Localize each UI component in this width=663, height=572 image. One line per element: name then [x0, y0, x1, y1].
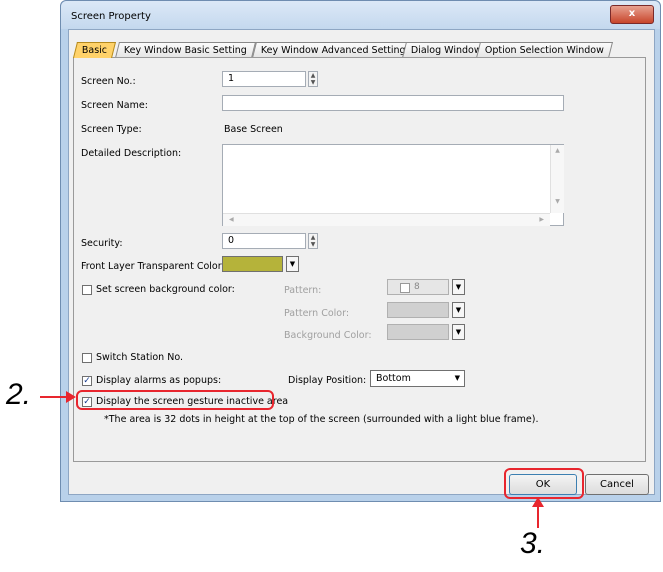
- gesture-note: *The area is 32 dots in height at the to…: [104, 414, 539, 425]
- cancel-button[interactable]: Cancel: [585, 474, 649, 495]
- set-bg-color-label: Set screen background color:: [96, 284, 235, 295]
- title-bar: Screen Property x: [61, 1, 660, 29]
- scroll-down-arrow-icon[interactable]: ▼: [551, 198, 564, 205]
- security-spinner[interactable]: ▲ ▼: [308, 233, 318, 249]
- window-title: Screen Property: [71, 11, 151, 22]
- ok-highlight-frame: [504, 468, 584, 499]
- vertical-scrollbar[interactable]: ▲ ▼: [550, 145, 564, 213]
- screen-no-spinner[interactable]: ▲ ▼: [308, 71, 318, 87]
- step3-label: 3.: [520, 527, 546, 560]
- display-position-label: Display Position:: [288, 375, 367, 386]
- scroll-up-arrow-icon[interactable]: ▲: [551, 147, 564, 154]
- tab-basic[interactable]: Basic: [73, 42, 117, 58]
- screen-type-label: Screen Type:: [81, 124, 142, 135]
- background-color-label: Background Color:: [284, 330, 372, 341]
- pattern-color-label: Pattern Color:: [284, 308, 350, 319]
- pattern-label: Pattern:: [284, 285, 322, 296]
- pattern-dropdown[interactable]: ▼: [452, 279, 465, 295]
- pattern-color-dropdown[interactable]: ▼: [452, 302, 465, 318]
- screen-name-label: Screen Name:: [81, 100, 148, 111]
- gesture-highlight-frame: [76, 390, 274, 410]
- screen-property-window: Screen Property x Basic Key Window Basic…: [60, 0, 661, 502]
- step2-label: 2.: [6, 378, 32, 411]
- horizontal-scrollbar[interactable]: ◀ ▶: [223, 213, 550, 226]
- pattern-select[interactable]: 8: [387, 279, 449, 295]
- display-alarms-checkbox[interactable]: ✓: [82, 376, 92, 386]
- switch-station-checkbox[interactable]: [82, 353, 92, 363]
- background-color-swatch[interactable]: [387, 324, 449, 340]
- close-button[interactable]: x: [610, 5, 654, 24]
- scroll-left-arrow-icon[interactable]: ◀: [229, 216, 234, 223]
- front-layer-color-dropdown[interactable]: ▼: [286, 256, 299, 272]
- security-label: Security:: [81, 238, 123, 249]
- front-layer-color-swatch[interactable]: [222, 256, 283, 272]
- screen-no-label: Screen No.:: [81, 76, 136, 87]
- pattern-swatch-icon: [400, 283, 410, 293]
- tab-option-selection-window[interactable]: Option Selection Window: [476, 42, 613, 58]
- tab-key-window-basic-setting[interactable]: Key Window Basic Setting: [115, 42, 256, 58]
- tab-key-window-advanced-setting[interactable]: Key Window Advanced Setting: [252, 42, 415, 58]
- basic-tab-panel: Screen No.: 1 ▲ ▼ Screen Name: Screen Typ…: [73, 57, 646, 462]
- set-bg-color-checkbox[interactable]: [82, 285, 92, 295]
- detailed-description-label: Detailed Description:: [81, 148, 182, 159]
- scroll-right-arrow-icon[interactable]: ▶: [539, 216, 544, 223]
- display-position-select[interactable]: Bottom ▼: [370, 370, 465, 387]
- chevron-down-icon: ▼: [454, 374, 460, 382]
- screen-name-input[interactable]: [222, 95, 564, 111]
- display-alarms-label: Display alarms as popups:: [96, 375, 222, 386]
- screen-no-input[interactable]: 1: [222, 71, 306, 87]
- screen-type-value: Base Screen: [224, 124, 283, 135]
- pattern-color-swatch[interactable]: [387, 302, 449, 318]
- security-input[interactable]: 0: [222, 233, 306, 249]
- front-layer-color-label: Front Layer Transparent Color:: [81, 261, 225, 272]
- background-color-dropdown[interactable]: ▼: [452, 324, 465, 340]
- switch-station-label: Switch Station No.: [96, 352, 183, 363]
- dialog-body: Basic Key Window Basic Setting Key Windo…: [68, 29, 655, 499]
